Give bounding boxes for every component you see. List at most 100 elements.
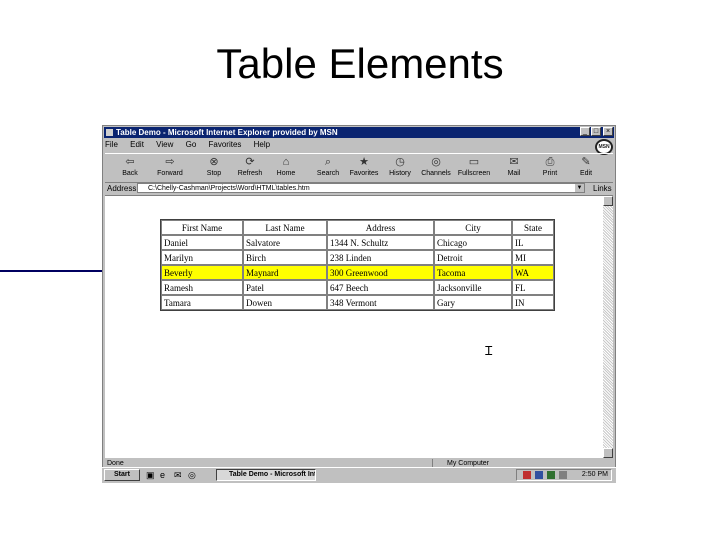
edit-icon: ✎ <box>581 156 591 168</box>
forward-arrow-icon: ⇨ <box>165 156 175 168</box>
history-button[interactable]: ◷ History <box>381 156 419 182</box>
slide-title: Table Elements <box>216 40 504 87</box>
table-cell: WA <box>512 265 554 280</box>
toolbar-label: Refresh <box>237 170 263 177</box>
start-button[interactable]: Start <box>104 469 140 481</box>
table-cell: 348 Vermont <box>327 295 434 310</box>
edit-button[interactable]: ✎ Edit <box>567 156 605 182</box>
menu-bar: File Edit View Go Favorites Help <box>105 139 595 151</box>
menu-view[interactable]: View <box>156 140 173 149</box>
toolbar-label: Channels <box>421 170 451 177</box>
address-bar: Address C:\Chelly-Cashman\Projects\Word\… <box>105 182 613 196</box>
ie-quicklaunch-icon[interactable]: e <box>160 470 170 480</box>
refresh-button[interactable]: ⟳ Refresh <box>231 156 269 182</box>
outlook-icon[interactable]: ✉ <box>174 470 184 480</box>
address-label: Address <box>107 184 137 193</box>
volume-icon[interactable] <box>559 471 567 479</box>
vertical-scrollbar[interactable] <box>603 196 613 458</box>
table-cell: Birch <box>243 250 327 265</box>
ie-icon <box>106 129 113 136</box>
maximize-button[interactable]: □ <box>591 127 601 136</box>
search-button[interactable]: ⌕ Search <box>309 156 347 182</box>
scroll-down-button[interactable] <box>603 448 613 458</box>
table-cell: Dowen <box>243 295 327 310</box>
scroll-up-button[interactable] <box>603 196 613 206</box>
chevron-down-icon[interactable]: ▼ <box>575 184 584 192</box>
table-cell: Beverly <box>161 265 243 280</box>
table-row-highlighted: Beverly Maynard 300 Greenwood Tacoma WA <box>161 265 554 280</box>
clock: 2:50 PM <box>581 471 608 478</box>
address-input[interactable]: C:\Chelly-Cashman\Projects\Word\HTML\tab… <box>137 183 585 193</box>
table-cell: 300 Greenwood <box>327 265 434 280</box>
toolbar-label: History <box>389 170 411 177</box>
refresh-icon: ⟳ <box>245 156 255 168</box>
menu-help[interactable]: Help <box>254 140 270 149</box>
back-button[interactable]: ⇦ Back <box>111 156 149 182</box>
table-row: Marilyn Birch 238 Linden Detroit MI <box>161 250 554 265</box>
fullscreen-button[interactable]: ▭ Fullscreen <box>455 156 493 182</box>
print-button[interactable]: ⎙ Print <box>531 156 569 182</box>
tray-icon[interactable] <box>547 471 555 479</box>
toolbar-label: Stop <box>206 170 222 177</box>
table-cell: MI <box>512 250 554 265</box>
toolbar-label: Edit <box>579 170 593 177</box>
print-icon: ⎙ <box>545 156 555 168</box>
forward-button[interactable]: ⇨ Forward <box>151 156 189 182</box>
column-header: Address <box>327 220 434 235</box>
table-cell: Marilyn <box>161 250 243 265</box>
table-cell: Maynard <box>243 265 327 280</box>
minimize-button[interactable]: _ <box>580 127 590 136</box>
taskbar: Start ▣ e ✉ ◎ Table Demo - Microsoft Int… <box>102 467 616 483</box>
table-cell: Salvatore <box>243 235 327 250</box>
toolbar-label: Forward <box>157 170 183 177</box>
table-cell: Patel <box>243 280 327 295</box>
favorites-button[interactable]: ★ Favorites <box>345 156 383 182</box>
column-header: First Name <box>161 220 243 235</box>
data-table: First Name Last Name Address City State … <box>160 219 555 311</box>
toolbar-label: Fullscreen <box>457 170 491 177</box>
back-arrow-icon: ⇦ <box>125 156 135 168</box>
column-header: Last Name <box>243 220 327 235</box>
channels-icon: ◎ <box>431 156 441 168</box>
table-cell: 647 Beech <box>327 280 434 295</box>
title-bar[interactable]: Table Demo - Microsoft Internet Explorer… <box>104 127 614 138</box>
table-header-row: First Name Last Name Address City State <box>161 220 554 235</box>
system-tray: 2:50 PM <box>516 469 612 481</box>
table-cell: Tamara <box>161 295 243 310</box>
table-cell: 1344 N. Schultz <box>327 235 434 250</box>
home-icon: ⌂ <box>282 156 290 168</box>
channels-quicklaunch-icon[interactable]: ◎ <box>188 470 198 480</box>
table-cell: IL <box>512 235 554 250</box>
toolbar-label: Back <box>122 170 138 177</box>
table-cell: IN <box>512 295 554 310</box>
toolbar-label: Favorites <box>349 170 379 177</box>
mail-icon: ✉ <box>509 156 519 168</box>
home-button[interactable]: ⌂ Home <box>267 156 305 182</box>
page-viewport: First Name Last Name Address City State … <box>105 196 603 458</box>
links-button[interactable]: Links <box>593 182 612 195</box>
table-cell: Detroit <box>434 250 512 265</box>
fullscreen-icon: ▭ <box>468 156 480 168</box>
browser-window: Table Demo - Microsoft Internet Explorer… <box>102 125 616 483</box>
table-cell: Daniel <box>161 235 243 250</box>
taskbar-window-button[interactable]: Table Demo - Microsoft Internet Explorer <box>216 469 316 481</box>
table-row: Tamara Dowen 348 Vermont Gary IN <box>161 295 554 310</box>
table-cell: Gary <box>434 295 512 310</box>
search-icon: ⌕ <box>324 156 332 168</box>
menu-file[interactable]: File <box>105 140 118 149</box>
menu-go[interactable]: Go <box>186 140 197 149</box>
favorites-icon: ★ <box>359 156 369 168</box>
tray-icon[interactable] <box>535 471 543 479</box>
mail-button[interactable]: ✉ Mail <box>495 156 533 182</box>
table-cell: Jacksonville <box>434 280 512 295</box>
close-button[interactable]: × <box>603 127 613 136</box>
text-cursor-icon: Ꮖ <box>485 344 493 358</box>
stop-button[interactable]: ⊗ Stop <box>195 156 233 182</box>
desktop-icon[interactable]: ▣ <box>146 470 156 480</box>
menu-favorites[interactable]: Favorites <box>209 140 242 149</box>
channels-button[interactable]: ◎ Channels <box>417 156 455 182</box>
tray-icon[interactable] <box>523 471 531 479</box>
toolbar-label: Mail <box>507 170 521 177</box>
table-cell: Tacoma <box>434 265 512 280</box>
menu-edit[interactable]: Edit <box>130 140 144 149</box>
